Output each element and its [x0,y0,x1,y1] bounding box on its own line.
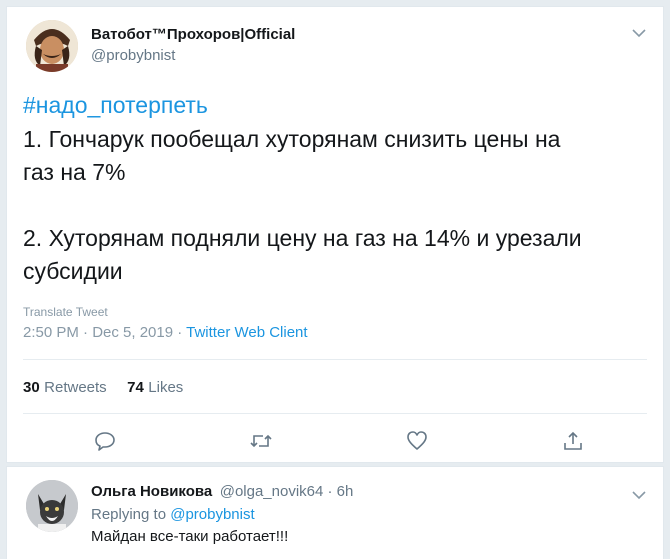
tweet-card: Ватобот™Прохоров|Official @probybnist #н… [6,6,664,463]
reply-author-handle[interactable]: @olga_novik64 · 6h [220,483,354,500]
reply-tweet-card[interactable]: Ольга Новикова @olga_novik64 · 6h Replyi… [6,466,664,559]
tweet-text-line-2: газ на 7% [23,159,126,185]
tweet-text-line-1: 1. Гончарук пообещал хуторянам снизить ц… [23,126,561,152]
reply-button[interactable] [91,427,119,455]
share-button[interactable] [559,427,587,455]
author-avatar[interactable] [26,20,78,72]
likes-label: Likes [148,379,184,396]
retweets-label: Retweets [44,379,107,396]
replying-to-prefix: Replying to [91,506,171,523]
client-link[interactable]: Twitter Web Client [186,324,307,341]
like-button[interactable] [403,427,431,455]
reply-author-avatar[interactable] [26,480,78,532]
retweets-stat[interactable]: 30 Retweets [23,379,111,396]
divider [23,359,647,360]
tweet-stats: 30 Retweets 74 Likes [23,379,183,397]
translate-tweet-link[interactable]: Translate Tweet [23,305,108,319]
retweet-icon [250,434,272,448]
replying-to-line: Replying to @probybnist [91,506,255,523]
tweet-timestamp-row: 2:50 PM · Dec 5, 2019 · Twitter Web Clie… [23,324,308,341]
tweet-text-line-4: субсидии [23,258,123,284]
tweet-text-line-3: 2. Хуторянам подняли цену на газ на 14% … [23,225,582,251]
reply-text: Майдан все-таки работает!!! [91,528,289,545]
share-icon [564,431,582,450]
tweet-timestamp[interactable]: 2:50 PM · Dec 5, 2019 · [23,324,186,341]
divider [23,413,647,414]
reply-author-name[interactable]: Ольга Новикова [91,483,212,500]
retweets-count: 30 [23,379,40,396]
likes-stat[interactable]: 74 Likes [127,379,183,396]
heart-icon [407,431,427,450]
retweet-button[interactable] [247,427,275,455]
author-handle[interactable]: @probybnist [91,47,175,64]
reply-icon [95,432,115,451]
chevron-down-icon[interactable] [632,487,646,505]
hashtag-link[interactable]: #надо_потерпеть [23,89,208,122]
replying-to-link[interactable]: @probybnist [170,506,254,523]
chevron-down-icon[interactable] [632,25,646,43]
author-name[interactable]: Ватобот™Прохоров|Official [91,26,295,43]
reply-header: Ольга Новикова @olga_novik64 · 6h [91,483,353,501]
likes-count: 74 [127,379,144,396]
